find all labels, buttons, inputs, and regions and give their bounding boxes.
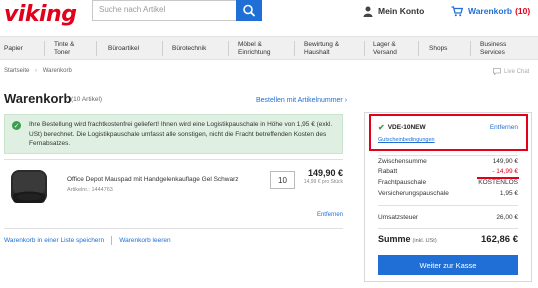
check-circle-icon: ✓ bbox=[12, 121, 21, 130]
nav-item-lager-versand[interactable]: Lager & Versand bbox=[373, 37, 413, 60]
nav-item-business-services[interactable]: Business Services bbox=[480, 37, 524, 60]
quantity-input[interactable]: 10 bbox=[270, 171, 295, 189]
nav-item-bewirtung-haushalt[interactable]: Bewirtung & Haushalt bbox=[304, 37, 352, 60]
product-name[interactable]: Office Depot Mauspad mit Handgelenkaufla… bbox=[67, 176, 239, 183]
nav-label: Tinte & Toner bbox=[54, 40, 75, 56]
nav-label: Bewirtung & Haushalt bbox=[304, 40, 340, 56]
nav-divider bbox=[418, 41, 419, 56]
nav-label: Möbel & Einrichtung bbox=[238, 40, 271, 56]
account-label: Mein Konto bbox=[378, 6, 425, 16]
cart-count-badge: (10) bbox=[515, 6, 531, 16]
divider bbox=[4, 228, 343, 229]
save-to-list-link[interactable]: Warenkorb in einer Liste speichern bbox=[4, 237, 104, 244]
nav-item-buerotechnik[interactable]: Bürotechnik bbox=[172, 37, 222, 60]
article-count: (10 Artikel) bbox=[71, 96, 103, 103]
nav-label: Lager & Versand bbox=[373, 40, 397, 56]
unit-price: 14,99 € pro Stück bbox=[303, 179, 343, 185]
nav-divider bbox=[96, 41, 97, 56]
nav-divider bbox=[470, 41, 471, 56]
freight-label: Frachtpauschale bbox=[378, 179, 427, 186]
nav-label: Bürotechnik bbox=[172, 44, 207, 52]
product-image[interactable] bbox=[8, 168, 52, 206]
total-label-text: Summe bbox=[378, 234, 411, 244]
voucher-code: ✔ VDE-10NEW bbox=[378, 123, 426, 132]
nav-item-bueroartikel[interactable]: Büroartikel bbox=[108, 37, 158, 60]
summary-divider bbox=[378, 155, 518, 156]
site-header: viking Suche nach Artikel Mein Konto War… bbox=[0, 0, 538, 36]
total-label: Summe (inkl. USt) bbox=[378, 234, 437, 244]
nav-item-papier[interactable]: Papier bbox=[4, 37, 44, 60]
account-link[interactable]: Mein Konto bbox=[363, 4, 424, 18]
free-shipping-notice: ✓ Ihre Bestellung wird frachtkostenfrei … bbox=[4, 114, 343, 154]
voucher-code-text: VDE-10NEW bbox=[387, 124, 426, 131]
remove-voucher-link[interactable]: Entfernen bbox=[490, 124, 518, 131]
nav-divider bbox=[162, 41, 163, 56]
discount-value: - 14,99 € bbox=[492, 168, 518, 175]
freight-value: KOSTENLOS bbox=[478, 179, 518, 186]
summary-divider bbox=[378, 205, 518, 206]
breadcrumb-home[interactable]: Startseite bbox=[4, 68, 29, 74]
remove-item-link[interactable]: Entfernen bbox=[317, 212, 343, 218]
nav-label: Business Services bbox=[480, 40, 507, 56]
insurance-value: 1,95 € bbox=[499, 190, 518, 197]
search-icon bbox=[243, 4, 255, 17]
nav-divider bbox=[294, 41, 295, 56]
summary-divider bbox=[378, 228, 518, 229]
nav-item-tinte-toner[interactable]: Tinte & Toner bbox=[54, 37, 88, 60]
nav-item-moebel-einrichtung[interactable]: Möbel & Einrichtung bbox=[238, 37, 286, 60]
cart-item: Office Depot Mauspad mit Handgelenkaufla… bbox=[4, 160, 343, 226]
search-placeholder: Suche nach Artikel bbox=[99, 5, 166, 14]
viking-logo[interactable]: viking bbox=[4, 2, 77, 27]
order-by-article-number-link[interactable]: Bestellen mit Artikelnummer › bbox=[256, 97, 347, 104]
live-chat-button[interactable]: Live Chat bbox=[493, 68, 529, 75]
nav-label: Büroartikel bbox=[108, 44, 140, 52]
vat-label: Umsatzsteuer bbox=[378, 214, 419, 221]
vat-value: 26,00 € bbox=[496, 214, 518, 221]
link-divider bbox=[111, 236, 113, 245]
breadcrumb: Startseite › Warenkorb bbox=[4, 68, 72, 74]
breadcrumb-separator: › bbox=[35, 68, 38, 74]
main-navigation: Papier Tinte & Toner Büroartikel Bürotec… bbox=[0, 36, 538, 60]
user-icon bbox=[363, 6, 373, 17]
page-title: Warenkorb bbox=[4, 91, 72, 106]
search-button[interactable] bbox=[236, 0, 262, 21]
cart-icon bbox=[451, 5, 463, 16]
nav-divider bbox=[228, 41, 229, 56]
cart-label: Warenkorb bbox=[468, 6, 513, 16]
voucher-box: ✔ VDE-10NEW Entfernen Gutscheinbedingung… bbox=[369, 114, 528, 151]
nav-label: Papier bbox=[4, 44, 23, 52]
cart-link[interactable]: Warenkorb (10) bbox=[451, 4, 530, 18]
total-vat-note: (inkl. USt) bbox=[412, 238, 437, 244]
nav-divider bbox=[44, 41, 45, 56]
nav-label: Shops bbox=[429, 44, 448, 52]
live-chat-label: Live Chat bbox=[504, 68, 530, 75]
nav-divider bbox=[364, 41, 365, 56]
breadcrumb-current: Warenkorb bbox=[42, 68, 72, 74]
insurance-label: Versicherungspauschale bbox=[378, 190, 449, 197]
empty-cart-link[interactable]: Warenkorb leeren bbox=[119, 237, 170, 244]
voucher-terms-link[interactable]: Gutscheinbedingungen bbox=[378, 137, 435, 143]
nav-item-shops[interactable]: Shops bbox=[429, 37, 459, 60]
product-article-number: Artikelnr.: 1444763 bbox=[67, 187, 113, 193]
line-total-price: 149,90 € bbox=[307, 168, 343, 178]
subtotal-label: Zwischensumme bbox=[378, 158, 427, 165]
free-shipping-text: Ihre Bestellung wird frachtkostenfrei ge… bbox=[29, 121, 333, 147]
cart-actions: Warenkorb in einer Liste speichern Waren… bbox=[4, 236, 171, 245]
check-icon: ✔ bbox=[378, 123, 385, 132]
checkout-button[interactable]: Weiter zur Kasse bbox=[378, 255, 518, 275]
discount-label: Rabatt bbox=[378, 168, 398, 175]
total-value: 162,86 € bbox=[481, 234, 518, 245]
chat-icon bbox=[493, 68, 501, 75]
subtotal-value: 149,90 € bbox=[492, 158, 518, 165]
